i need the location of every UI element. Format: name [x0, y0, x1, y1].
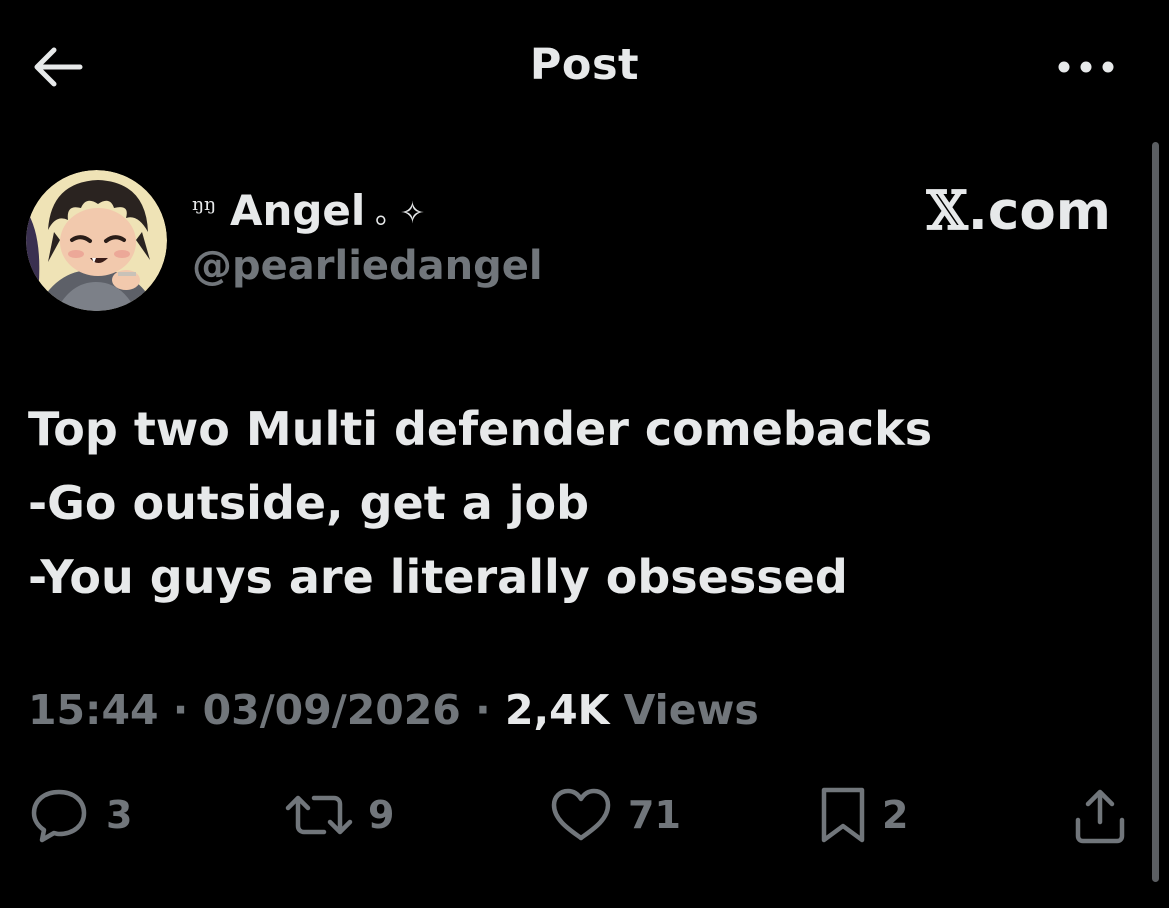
reply-bubble-icon [31, 789, 87, 843]
x-logo-glyph: 𝕏 [926, 180, 968, 242]
post-text-line: -Go outside, get a job [28, 476, 590, 530]
post-metadata: 15:44 · 03/09/2026 · 2,4K Views [28, 686, 759, 734]
like-count: 71 [628, 793, 681, 837]
like-button[interactable]: 71 [548, 780, 681, 850]
post-text-line: Top two Multi defender comebacks [28, 402, 933, 456]
author-name-row[interactable]: ᵑᵑ Angel ｡ ✧ [192, 183, 425, 237]
bookmark-button[interactable]: 2 [818, 780, 908, 850]
views-label[interactable]: Views [624, 686, 759, 734]
x-com-watermark: 𝕏.com [927, 180, 1111, 242]
reply-count: 3 [106, 793, 133, 837]
post-time[interactable]: 15:44 [28, 686, 159, 734]
page-title: Post [529, 40, 640, 90]
name-prefix-glyph: ᵑᵑ [192, 192, 216, 228]
author-display-name[interactable]: Angel [230, 186, 365, 235]
share-icon [1075, 789, 1125, 844]
meta-separator: · [172, 686, 189, 734]
avatar[interactable] [26, 170, 167, 311]
share-button[interactable] [1070, 780, 1130, 850]
top-bar: Post [0, 0, 1169, 130]
post-date[interactable]: 03/09/2026 [203, 686, 461, 734]
author-handle[interactable]: @pearliedangel [192, 243, 543, 289]
watermark-domain: .com [967, 181, 1111, 242]
heart-icon [551, 788, 611, 841]
reply-button[interactable]: 3 [26, 780, 132, 850]
bookmark-icon [821, 787, 865, 843]
scrollbar[interactable] [1152, 142, 1159, 882]
repost-button[interactable]: 9 [284, 780, 394, 850]
bookmark-count: 2 [882, 793, 909, 837]
name-suffix-glyph: ｡ ✧ [375, 196, 425, 231]
more-options-button[interactable] [1054, 50, 1118, 84]
meta-separator: · [475, 686, 491, 734]
post-text-line: -You guys are literally obsessed [28, 550, 848, 604]
anime-avatar-icon [26, 170, 167, 311]
repost-count: 9 [368, 793, 395, 837]
views-count: 2,4K [504, 686, 610, 734]
action-bar: 3 9 71 2 [0, 780, 1169, 850]
more-dots-icon [1058, 61, 1114, 73]
repost-icon [285, 795, 353, 835]
post-text: Top two Multi defender comebacks -Go out… [28, 392, 1128, 614]
